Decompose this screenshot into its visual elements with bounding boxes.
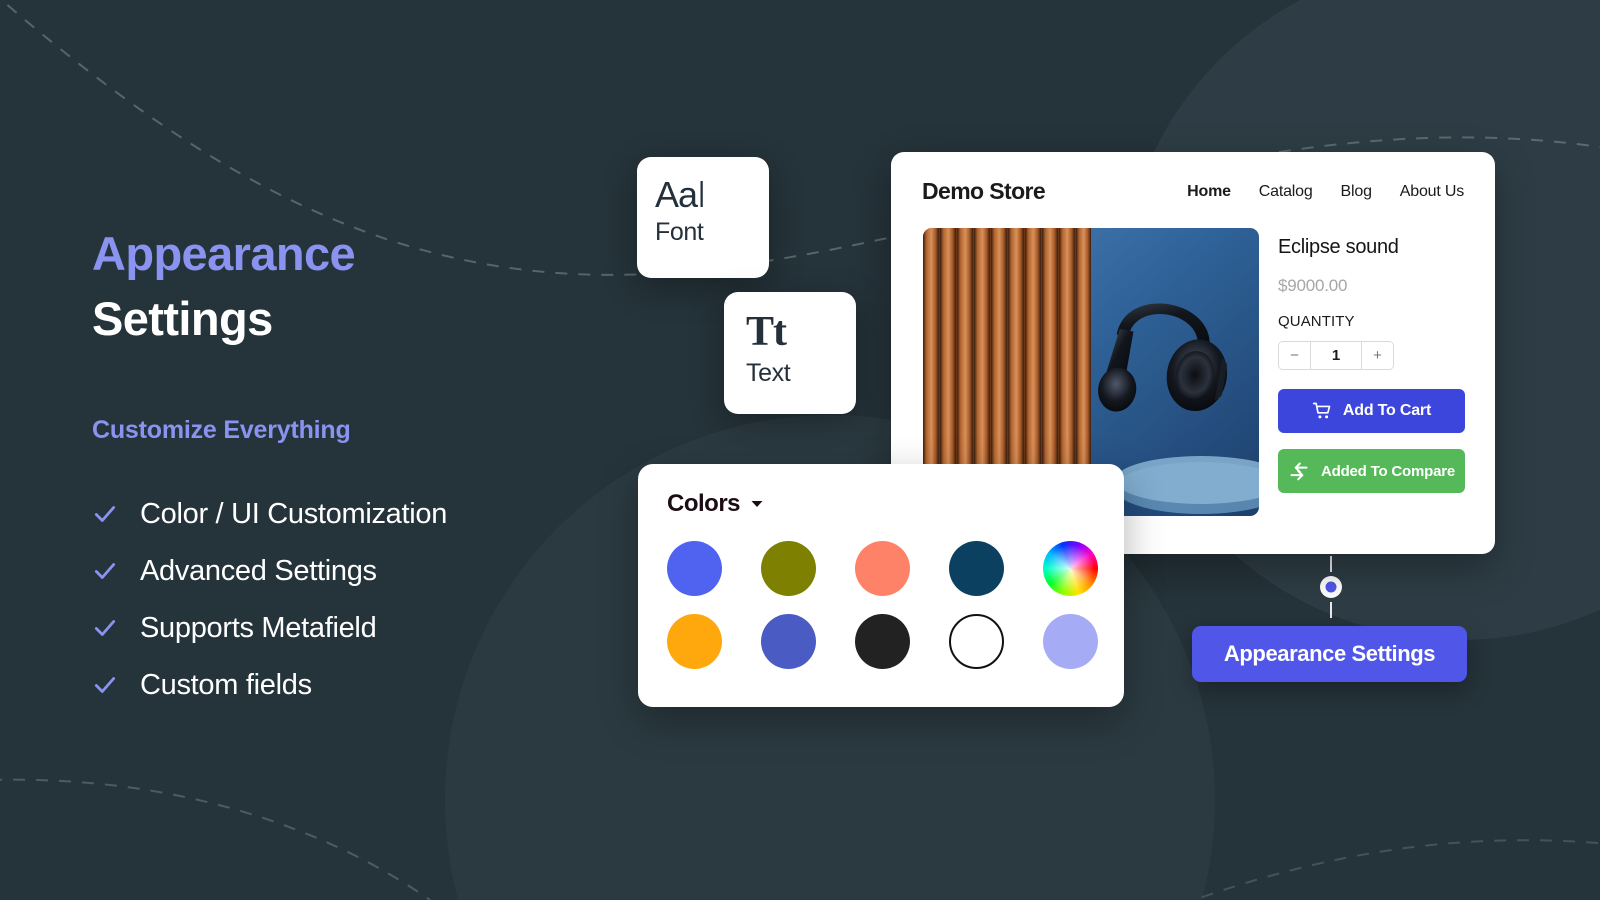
- font-card-label: Font: [655, 218, 704, 246]
- hero-subheading: Customize Everything: [92, 415, 351, 444]
- tt-glyph: Tt: [746, 309, 787, 355]
- colors-panel-title: Colors: [667, 490, 741, 517]
- chevron-down-icon[interactable]: [749, 496, 765, 512]
- color-swatch-amber[interactable]: [667, 614, 722, 669]
- feature-label: Color / UI Customization: [140, 497, 448, 530]
- list-item: Color / UI Customization: [92, 486, 652, 543]
- added-to-compare-label: Added To Compare: [1320, 462, 1456, 480]
- color-swatch-near-black[interactable]: [855, 614, 910, 669]
- color-swatch-royal-blue[interactable]: [667, 541, 722, 596]
- quantity-label: QUANTITY: [1278, 313, 1355, 330]
- shopping-cart-icon: [1312, 402, 1331, 419]
- quantity-decrement-button[interactable]: −: [1279, 342, 1310, 369]
- color-swatch-indigo[interactable]: [761, 614, 816, 669]
- nav-item-about-us[interactable]: About Us: [1400, 183, 1464, 201]
- font-setting-card[interactable]: Aa | Font: [637, 157, 769, 278]
- appearance-settings-badge[interactable]: Appearance Settings: [1192, 626, 1467, 682]
- check-icon: [94, 677, 116, 694]
- list-item: Advanced Settings: [92, 543, 652, 600]
- color-swatch-periwinkle[interactable]: [1043, 614, 1098, 669]
- connector-dot: [1325, 581, 1337, 593]
- feature-label: Custom fields: [140, 668, 312, 701]
- color-swatch-color-wheel[interactable]: [1043, 541, 1098, 596]
- check-icon: [94, 620, 116, 637]
- appearance-settings-label: Appearance Settings: [1223, 641, 1436, 666]
- color-swatch-white[interactable]: [949, 614, 1004, 669]
- check-icon: [94, 506, 116, 523]
- feature-label: Advanced Settings: [140, 554, 377, 587]
- aa-glyph: Aa: [655, 174, 698, 215]
- text-caret-icon: |: [698, 176, 706, 207]
- list-item: Supports Metafield: [92, 600, 652, 657]
- text-card-glyph: Tt: [746, 309, 856, 355]
- check-icon: [94, 563, 116, 580]
- text-setting-card[interactable]: Tt Text: [724, 292, 856, 414]
- quantity-value[interactable]: 1: [1310, 342, 1362, 369]
- colors-panel-header[interactable]: Colors: [667, 490, 1124, 518]
- feature-list: Color / UI Customization Advanced Settin…: [92, 486, 652, 714]
- nav-item-home[interactable]: Home: [1187, 183, 1231, 201]
- color-swatch-olive[interactable]: [761, 541, 816, 596]
- color-swatch-deep-navy[interactable]: [949, 541, 1004, 596]
- text-card-label: Text: [746, 358, 791, 387]
- add-to-cart-label: Add To Cart: [1342, 402, 1432, 419]
- store-logo-title: Demo Store: [922, 178, 1046, 204]
- add-to-cart-button[interactable]: Add To Cart: [1278, 389, 1465, 433]
- decor-dashed-curve-2: [0, 778, 431, 900]
- quantity-increment-button[interactable]: +: [1362, 342, 1393, 369]
- colors-panel: Colors: [638, 464, 1124, 707]
- added-to-compare-button[interactable]: Added To Compare: [1278, 449, 1465, 493]
- compare-arrows-icon: [1290, 462, 1308, 481]
- badge-connector: [1320, 556, 1342, 618]
- page-title-line-plain: Settings: [92, 291, 273, 345]
- decor-dashed-curve-3: [1191, 839, 1600, 900]
- product-price: $9000.00: [1278, 276, 1348, 295]
- page-title: Appearance Settings: [92, 222, 652, 352]
- color-swatch-grid: [667, 541, 1124, 669]
- store-header: Demo Store Home Catalog Blog About Us: [891, 152, 1495, 205]
- product-info: Eclipse sound $9000.00 QUANTITY − 1 + Ad…: [1278, 228, 1465, 516]
- list-item: Custom fields: [92, 657, 652, 714]
- font-card-glyph: Aa |: [655, 177, 769, 213]
- page-title-line-accent: Appearance: [92, 227, 356, 280]
- store-navigation: Home Catalog Blog About Us: [1187, 183, 1464, 201]
- feature-label: Supports Metafield: [140, 611, 377, 644]
- hero-section: Appearance Settings Customize Everything…: [92, 222, 652, 714]
- nav-item-catalog[interactable]: Catalog: [1259, 183, 1313, 201]
- nav-item-blog[interactable]: Blog: [1341, 183, 1372, 201]
- color-swatch-coral[interactable]: [855, 541, 910, 596]
- quantity-stepper[interactable]: − 1 +: [1278, 341, 1394, 370]
- product-name: Eclipse sound: [1278, 236, 1399, 258]
